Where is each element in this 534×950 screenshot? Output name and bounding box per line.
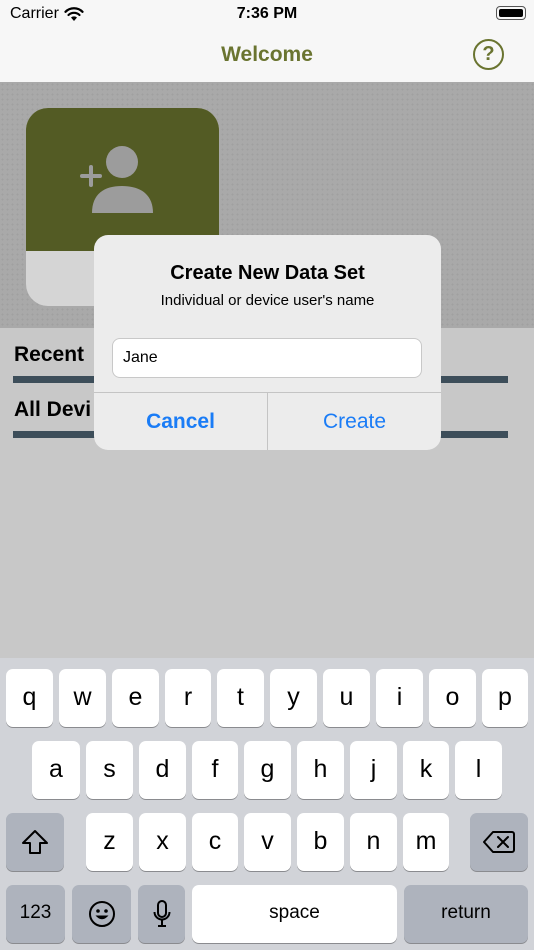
alert-title: Create New Data Set [170,262,365,284]
key-l[interactable]: l [455,741,502,799]
emoji-icon [88,901,115,927]
key-p[interactable]: p [482,669,528,727]
key-n[interactable]: n [350,813,397,871]
key-u[interactable]: u [323,669,370,727]
dictation-key[interactable] [138,885,185,943]
key-c[interactable]: c [192,813,238,871]
add-user-icon [80,146,153,213]
status-bar: Carrier 7:36 PM [0,0,534,30]
key-a[interactable]: a [32,741,80,799]
key-x[interactable]: x [139,813,186,871]
key-k[interactable]: k [403,741,449,799]
key-j[interactable]: j [350,741,397,799]
key-y[interactable]: y [270,669,317,727]
space-key[interactable]: space [192,885,397,943]
key-m[interactable]: m [403,813,449,871]
section-title-all-devices: All Devi [14,398,92,421]
key-b[interactable]: b [297,813,344,871]
emoji-key[interactable] [72,885,131,943]
key-d[interactable]: d [139,741,186,799]
page-title: Welcome [221,43,313,66]
key-v[interactable]: v [244,813,291,871]
mic-icon [153,900,170,927]
create-data-set-alert: Create New Data Set Individual or device… [94,235,441,450]
key-w[interactable]: w [59,669,106,727]
section-title-recent: Recent [14,343,85,366]
shift-icon [22,830,48,854]
help-icon[interactable]: ? [473,39,504,70]
delete-icon [483,831,515,853]
cancel-button[interactable]: Cancel [94,393,267,450]
user-name-input[interactable]: Jane [112,338,422,378]
key-t[interactable]: t [217,669,264,727]
status-time: 7:36 PM [236,5,298,22]
key-e[interactable]: e [112,669,159,727]
return-key[interactable]: return [404,885,528,943]
key-g[interactable]: g [244,741,291,799]
keyboard: q w e r t y u i o p a s d f g h j k l z … [0,658,534,950]
shift-key[interactable] [6,813,64,871]
alert-message: Individual or device user's name [160,292,375,309]
numbers-key[interactable]: 123 [6,885,65,943]
nav-bar: Welcome ? [0,30,534,82]
battery-icon [496,6,526,20]
key-q[interactable]: q [6,669,53,727]
key-z[interactable]: z [86,813,133,871]
key-r[interactable]: r [165,669,211,727]
key-i[interactable]: i [376,669,423,727]
delete-key[interactable] [470,813,528,871]
create-button[interactable]: Create [268,393,441,450]
key-f[interactable]: f [192,741,238,799]
key-o[interactable]: o [429,669,476,727]
key-h[interactable]: h [297,741,344,799]
key-s[interactable]: s [86,741,133,799]
